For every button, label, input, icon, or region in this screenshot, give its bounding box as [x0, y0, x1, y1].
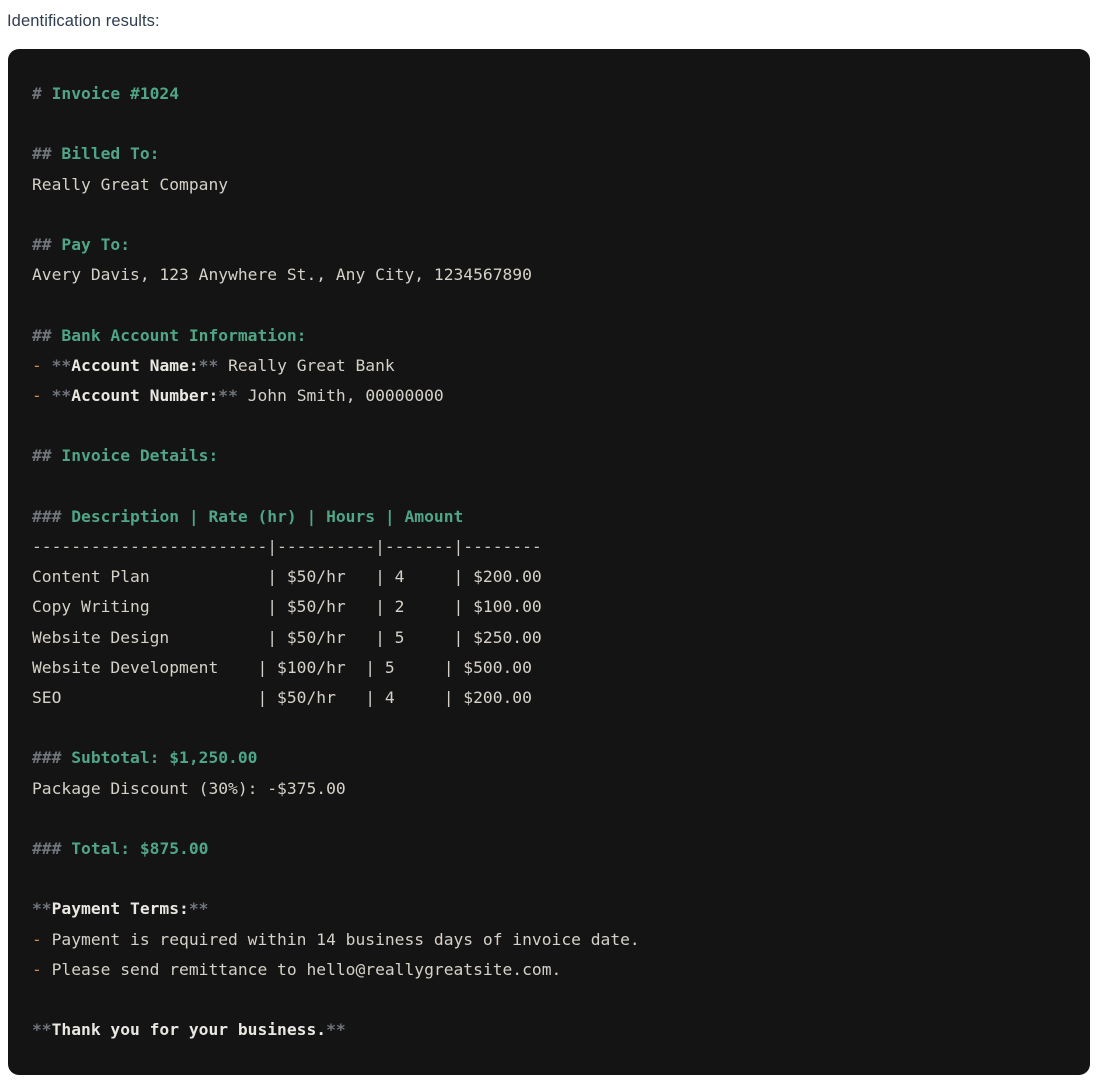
table-rule-line: ------------------------|----------|----… [32, 532, 1064, 562]
total-heading: Total: $875.00 [71, 838, 209, 858]
results-label: Identification results: [7, 12, 160, 30]
bold-marker-close: ** [218, 385, 248, 405]
bold-marker-open: ** [32, 1020, 52, 1040]
list-bullet-icon: - [32, 385, 52, 405]
table-row-text: Copy Writing | $50/hr | 2 | $100.00 [32, 597, 542, 617]
heading-marker-subtotal: ### [32, 748, 72, 768]
subtotal-heading: Subtotal: $1,250.00 [71, 748, 258, 768]
markdown-content: # Invoice #1024 ## Billed To: Really Great… [32, 79, 1064, 1045]
payment-term-text: Please send remittance to hello@reallygr… [51, 959, 562, 979]
pay-to-value: Avery Davis, 123 Anywhere St., Any City,… [32, 265, 532, 285]
bold-marker-close: ** [188, 899, 209, 919]
total-line: ### Total: $875.00 [32, 834, 1064, 864]
pay-to-heading: Pay To: [61, 234, 131, 254]
heading-marker-table: ### [32, 506, 72, 526]
heading-marker-billed-to: ## [32, 144, 62, 164]
billed-to-heading-line: ## Billed To: [32, 139, 1064, 169]
table-rule: ------------------------|----------|----… [32, 536, 542, 556]
discount-line: Package Discount (30%): -$375.00 [32, 774, 1064, 804]
table-row: Website Design | $50/hr | 5 | $250.00 [32, 623, 1064, 653]
bold-marker-open: ** [51, 385, 72, 405]
account-number-value: John Smith, 00000000 [247, 385, 444, 405]
table-row-text: SEO | $50/hr | 4 | $200.00 [32, 687, 532, 707]
invoice-title: Invoice #1024 [51, 84, 180, 103]
table-header: Description | Rate (hr) | Hours | Amount [71, 506, 464, 526]
bold-marker-open: ** [32, 899, 52, 919]
billed-to-value-line: Really Great Company [32, 170, 1064, 200]
table-row: Copy Writing | $50/hr | 2 | $100.00 [32, 592, 1064, 622]
account-name-value: Really Great Bank [228, 355, 395, 375]
bank-account-heading: Bank Account Information: [61, 325, 307, 345]
payment-term-item: - Please send remittance to hello@really… [32, 955, 1064, 985]
billed-to-heading: Billed To: [61, 144, 160, 164]
bank-account-item: - **Account Name:** Really Great Bank [32, 351, 1064, 381]
list-bullet-icon: - [32, 959, 52, 979]
table-row: Website Development | $100/hr | 5 | $500… [32, 653, 1064, 683]
billed-to-value: Really Great Company [32, 174, 229, 194]
bold-marker-close: ** [326, 1020, 346, 1040]
invoice-title-line: # Invoice #1024 [32, 79, 1064, 109]
table-row-text: Website Design | $50/hr | 5 | $250.00 [32, 627, 542, 647]
discount-text: Package Discount (30%): -$375.00 [32, 778, 346, 798]
list-bullet-icon: - [32, 355, 52, 375]
bank-account-item: - **Account Number:** John Smith, 000000… [32, 381, 1064, 411]
account-name-label: Account Name: [71, 355, 199, 375]
bold-marker-close: ** [198, 355, 229, 375]
bold-marker-open: ** [51, 355, 72, 375]
account-number-label: Account Number: [71, 385, 219, 405]
list-bullet-icon: - [32, 929, 52, 949]
payment-terms-label: Payment Terms: [51, 899, 189, 919]
heading-marker-h1: # [32, 84, 52, 103]
subtotal-line: ### Subtotal: $1,250.00 [32, 743, 1064, 773]
heading-marker-pay-to: ## [32, 234, 62, 254]
table-row-text: Website Development | $100/hr | 5 | $500… [32, 657, 532, 677]
closing-line: **Thank you for your business.** [32, 1015, 1064, 1045]
heading-marker-total: ### [32, 838, 72, 858]
table-row: SEO | $50/hr | 4 | $200.00 [32, 683, 1064, 713]
pay-to-value-line: Avery Davis, 123 Anywhere St., Any City,… [32, 260, 1064, 290]
payment-terms-label-line: **Payment Terms:** [32, 894, 1064, 924]
payment-term-item: - Payment is required within 14 business… [32, 925, 1064, 955]
results-page: Identification results: # Invoice #1024 #… [0, 0, 1098, 1076]
closing-text: Thank you for your business. [51, 1020, 327, 1040]
invoice-details-heading-line: ## Invoice Details: [32, 441, 1064, 471]
table-header-line: ### Description | Rate (hr) | Hours | Am… [32, 502, 1064, 532]
heading-marker-invoice-details: ## [32, 446, 62, 466]
invoice-details-heading: Invoice Details: [61, 446, 219, 466]
table-row: Content Plan | $50/hr | 4 | $200.00 [32, 562, 1064, 592]
heading-marker-bank-account: ## [32, 325, 62, 345]
payment-term-text: Payment is required within 14 business d… [51, 929, 640, 949]
markdown-code-block: # Invoice #1024 ## Billed To: Really Great… [8, 49, 1090, 1076]
bank-account-heading-line: ## Bank Account Information: [32, 321, 1064, 351]
table-row-text: Content Plan | $50/hr | 4 | $200.00 [32, 567, 542, 587]
pay-to-heading-line: ## Pay To: [32, 230, 1064, 260]
